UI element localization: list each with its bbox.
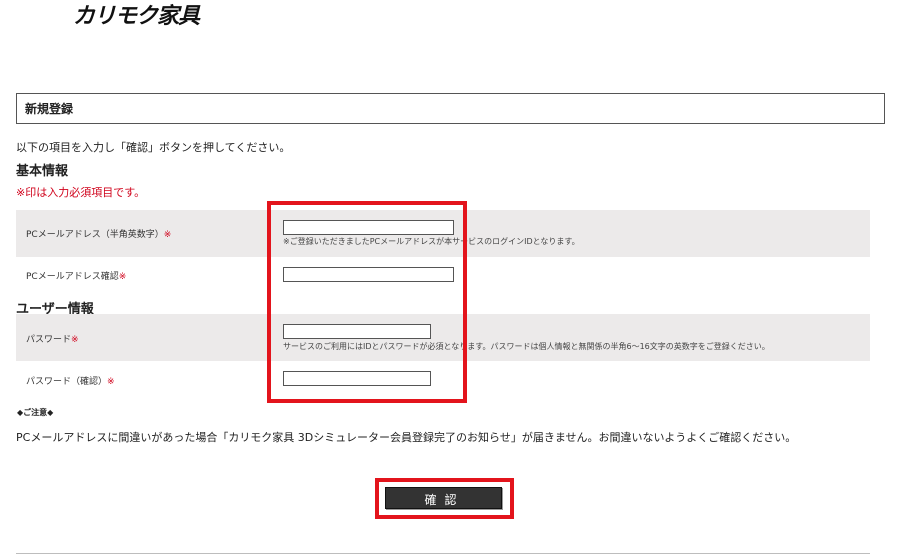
required-mark: ※ [107,377,115,387]
intro-text: 以下の項目を入力し「確認」ボタンを押してください。 [16,141,291,154]
page-title-box [16,93,885,124]
email-label-text: PCメールアドレス（半角英数字） [26,230,164,240]
highlight-box-confirm [375,478,514,519]
caution-text: PCメールアドレスに間違いがあった場合「カリモク家具 3Dシミュレーター会員登録… [16,431,797,444]
password-label-text: パスワード [26,335,72,345]
section-heading-basic: 基本情報 [16,164,69,179]
highlight-box-inputs [267,201,467,403]
password-label: パスワード※ [26,332,79,345]
required-mark: ※ [118,272,127,282]
caution-title: ◆ご注意◆ [17,408,54,417]
email-confirm-label-text: PCメールアドレス確認 [26,272,119,282]
password-confirm-label: パスワード（確認）※ [26,374,115,387]
required-mark: ※ [71,335,79,345]
required-note: ※印は入力必須項目です。 [16,186,146,199]
brand-logo[interactable]: カリモク家具 [73,0,200,30]
email-confirm-label: PCメールアドレス確認※ [26,269,126,282]
required-mark: ※ [163,230,172,240]
password-confirm-label-text: パスワード（確認） [26,377,108,387]
page-title: 新規登録 [25,102,74,116]
email-label: PCメールアドレス（半角英数字）※ [26,227,171,240]
bottom-divider [16,553,870,554]
